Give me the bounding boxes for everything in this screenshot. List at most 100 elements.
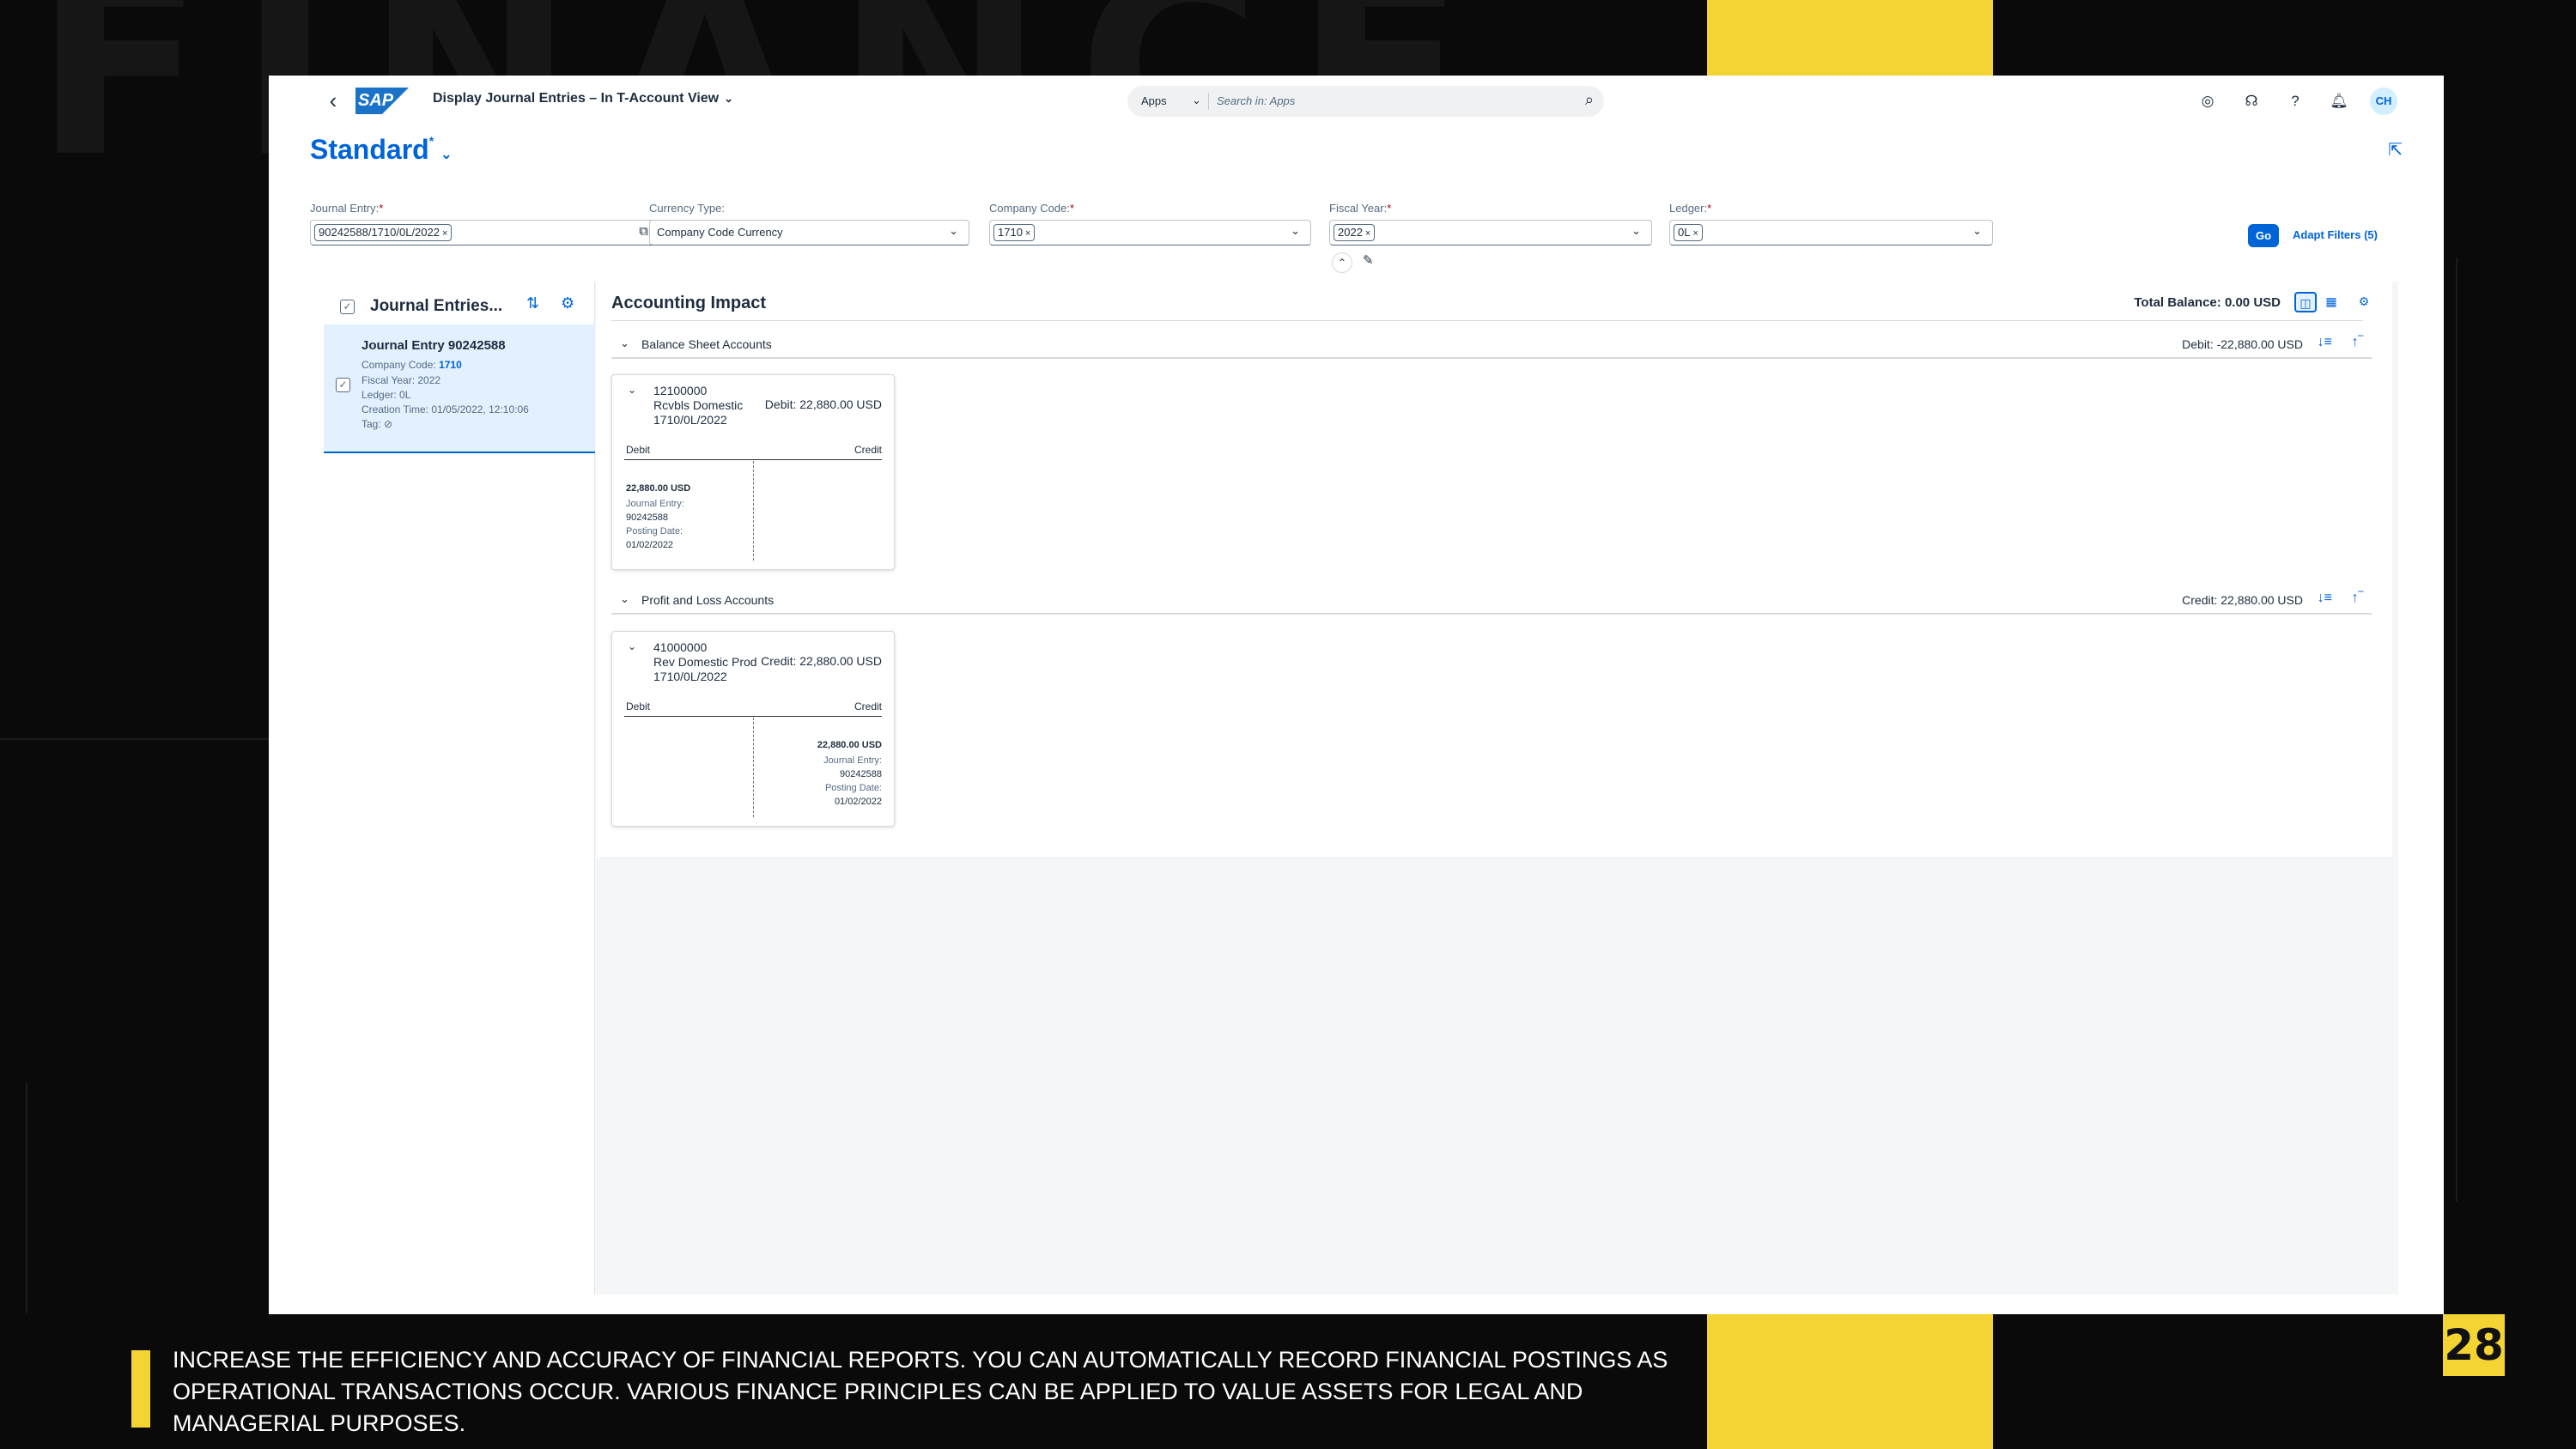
credit-entry-amount[interactable]: 22,880.00 USD xyxy=(817,740,882,750)
accent-block-top xyxy=(1707,0,1993,76)
value-help-icon[interactable]: ⧉ xyxy=(639,224,648,239)
company-code-input[interactable]: 1710 × ⌄ xyxy=(989,220,1311,246)
fiscal-year-input[interactable]: 2022 × ⌄ xyxy=(1329,220,1652,246)
t-account-center-line xyxy=(753,461,754,561)
filter-token[interactable]: 0L × xyxy=(1674,224,1703,241)
variant-selector[interactable]: Standard* ⌄ xyxy=(310,134,453,166)
sap-logo[interactable]: SAP xyxy=(355,88,409,114)
pin-header-icon[interactable]: ✎ xyxy=(1363,252,1374,268)
sort-descending-icon[interactable]: ↓≡ xyxy=(2318,591,2332,606)
go-button[interactable]: Go xyxy=(2248,224,2279,247)
chevron-down-icon[interactable]: ⌄ xyxy=(949,224,958,238)
search-icon[interactable]: ⌕ xyxy=(1585,91,1594,109)
bell-icon[interactable]: 🔔︎ xyxy=(2326,88,2352,114)
credit-entry-details: Journal Entry: 90242588 Posting Date: 01… xyxy=(823,755,882,807)
tag-icon[interactable]: ⊘ xyxy=(384,418,392,430)
caption-accent-bar xyxy=(131,1350,150,1428)
remove-token-icon[interactable]: × xyxy=(1692,228,1698,239)
company-code-filter: Company Code:* 1710 × ⌄ xyxy=(989,202,1311,246)
gear-icon[interactable]: ⚙ xyxy=(2353,292,2375,312)
chevron-down-icon: ⌄ xyxy=(724,92,734,105)
chevron-down-icon[interactable]: ⌄ xyxy=(1972,224,1982,238)
search-input[interactable]: Search in: Apps xyxy=(1217,94,1295,107)
background-decoration xyxy=(26,1082,27,1313)
copilot-icon[interactable]: ◎ xyxy=(2195,88,2221,114)
filter-token[interactable]: 90242588/1710/0L/2022 × xyxy=(314,224,453,241)
search-divider xyxy=(1208,93,1209,110)
chevron-down-icon: ⌄ xyxy=(1192,94,1201,106)
chevron-down-icon[interactable]: ⌄ xyxy=(1291,224,1300,238)
filter-label: Fiscal Year:* xyxy=(1329,202,1392,215)
t-account-view-icon[interactable]: ◫ xyxy=(2294,292,2317,312)
chevron-down-icon[interactable]: ⌄ xyxy=(620,336,629,350)
help-icon[interactable]: ? xyxy=(2282,88,2308,114)
shell-actions: ◎ ☊ ? 🔔︎ CH xyxy=(2195,88,2397,115)
account-name: Rcvbls Domestic xyxy=(653,398,744,412)
remove-token-icon[interactable]: × xyxy=(442,228,447,239)
filter-token[interactable]: 2022 × xyxy=(1334,224,1376,241)
chevron-down-icon[interactable]: ⌄ xyxy=(628,384,636,396)
section-balance: Debit: -22,880.00 USD xyxy=(2182,337,2303,351)
collapse-all-icon[interactable]: ↑‾ xyxy=(2352,591,2363,606)
divider xyxy=(611,320,2363,321)
filter-label: Company Code:* xyxy=(989,202,1075,215)
account-key: 1710/0L/2022 xyxy=(653,670,727,683)
currency-type-filter: Currency Type: Company Code Currency ⌄ xyxy=(649,202,969,246)
filter-label: Ledger:* xyxy=(1669,202,1712,215)
company-code-line: Company Code: 1710 xyxy=(361,359,462,371)
journal-entry-input[interactable]: 90242588/1710/0L/2022 × ⧉ xyxy=(310,220,658,246)
account-name: Rev Domestic Prod xyxy=(653,655,757,669)
t-account-top-line xyxy=(624,459,882,460)
table-view-icon[interactable]: ▦ xyxy=(2320,292,2342,312)
share-icon[interactable]: ⇱ xyxy=(2388,139,2403,161)
balance-sheet-section-header[interactable]: ⌄ Balance Sheet Accounts Debit: -22,880.… xyxy=(611,330,2372,359)
section-label: Balance Sheet Accounts xyxy=(641,337,772,351)
chevron-down-icon[interactable]: ⌄ xyxy=(620,592,629,606)
t-account-top-line xyxy=(624,716,882,717)
filter-token[interactable]: 1710 × xyxy=(993,224,1036,241)
debit-header: Debit xyxy=(626,444,651,456)
search-field[interactable]: Apps ⌄ Search in: Apps ⌕ xyxy=(1127,86,1604,117)
sort-icon[interactable]: ⇅ xyxy=(526,294,539,312)
company-code-link[interactable]: 1710 xyxy=(439,359,462,371)
debit-entry-amount[interactable]: 22,880.00 USD xyxy=(626,483,690,494)
headset-icon[interactable]: ☊ xyxy=(2239,88,2264,114)
select-all-checkbox[interactable]: ✓ xyxy=(340,300,355,314)
ledger-filter: Ledger:* 0L × ⌄ xyxy=(1669,202,1993,246)
shell-bar: ‹ SAP Display Journal Entries – In T-Acc… xyxy=(269,76,2444,127)
fiscal-year-filter: Fiscal Year:* 2022 × ⌄ xyxy=(1329,202,1652,246)
total-balance: Total Balance: 0.00 USD xyxy=(2134,295,2281,310)
remove-token-icon[interactable]: × xyxy=(1025,228,1030,239)
currency-type-select[interactable]: Company Code Currency ⌄ xyxy=(649,220,969,246)
ledger-input[interactable]: 0L × ⌄ xyxy=(1669,220,1993,246)
creation-time-line: Creation Time: 01/05/2022, 12:10:06 xyxy=(361,403,529,415)
chevron-down-icon: ⌄ xyxy=(440,148,453,162)
adapt-filters-button[interactable]: Adapt Filters (5) xyxy=(2293,228,2378,241)
account-info: 12100000 Rcvbls Domestic 1710/0L/2022 xyxy=(653,384,743,427)
search-scope-select[interactable]: Apps xyxy=(1141,94,1167,107)
profit-loss-section-header[interactable]: ⌄ Profit and Loss Accounts Credit: 22,88… xyxy=(611,585,2372,615)
chevron-down-icon[interactable]: ⌄ xyxy=(628,640,636,652)
avatar[interactable]: CH xyxy=(2370,88,2397,115)
chevron-down-icon[interactable]: ⌄ xyxy=(1631,224,1641,238)
modified-marker: * xyxy=(428,134,434,148)
account-number: 41000000 xyxy=(653,640,708,654)
journal-entry-filter: Journal Entry:* 90242588/1710/0L/2022 × ⧉ xyxy=(310,202,658,246)
item-checkbox[interactable]: ✓ xyxy=(336,378,350,392)
list-title: Journal Entries... xyxy=(370,297,503,315)
remove-token-icon[interactable]: × xyxy=(1365,228,1370,239)
variant-name: Standard xyxy=(310,134,429,165)
list-header: ✓ Journal Entries... ⇅ ⚙ xyxy=(312,282,595,324)
list-item[interactable]: ✓ Journal Entry 90242588 Company Code: 1… xyxy=(324,324,595,453)
gear-icon[interactable]: ⚙ xyxy=(561,294,574,312)
collapse-all-icon[interactable]: ↑‾ xyxy=(2352,335,2363,350)
back-button[interactable]: ‹ xyxy=(320,88,346,113)
app-window: ‹ SAP Display Journal Entries – In T-Acc… xyxy=(269,76,2444,1314)
panel-title: Accounting Impact xyxy=(611,294,767,312)
journal-entry-title: Journal Entry 90242588 xyxy=(361,338,506,353)
account-info: 41000000 Rev Domestic Prod 1710/0L/2022 xyxy=(653,640,757,684)
collapse-header-button[interactable]: ⌃ xyxy=(1332,252,1352,273)
app-title-menu[interactable]: Display Journal Entries – In T-Account V… xyxy=(433,91,733,106)
page-number: 28 xyxy=(2443,1314,2505,1376)
sort-descending-icon[interactable]: ↓≡ xyxy=(2318,335,2332,350)
